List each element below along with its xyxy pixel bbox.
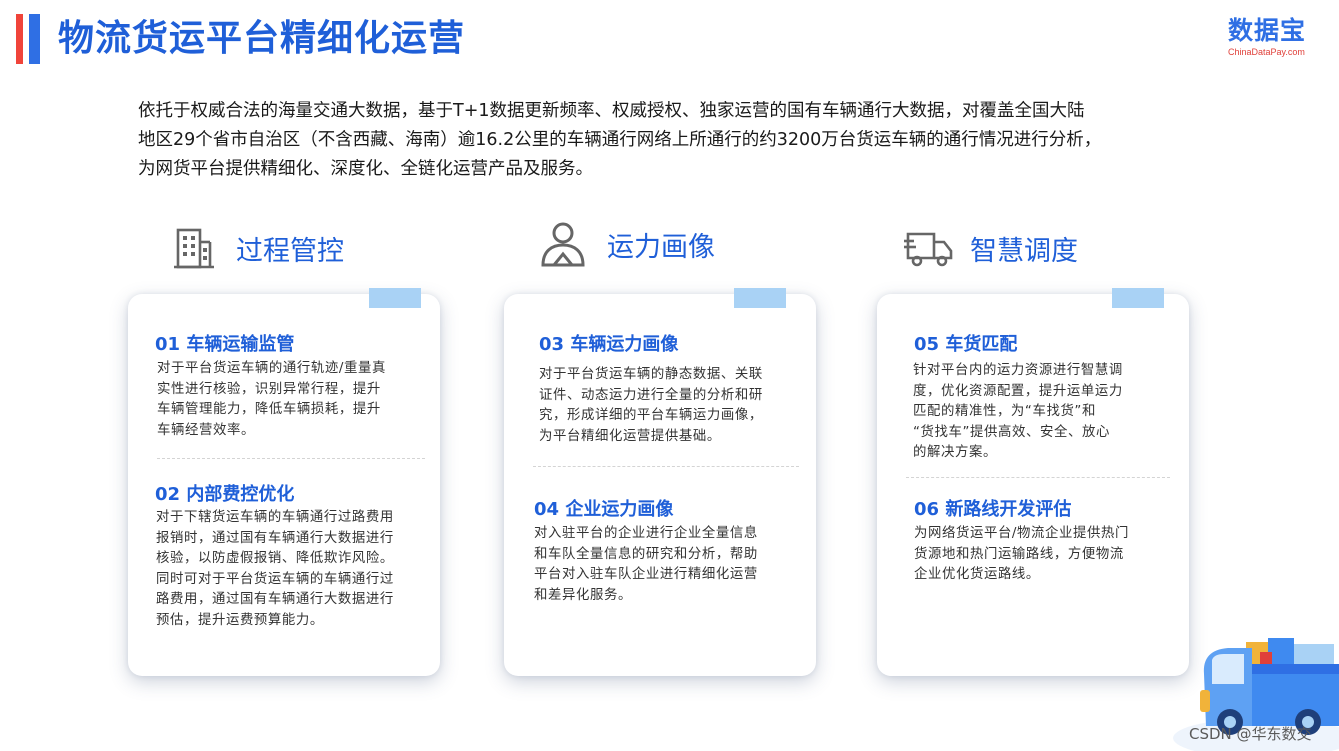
watermark: CSDN @华东数交 — [1189, 725, 1312, 743]
card-smart-dispatch: 05 车货匹配 针对平台内的运力资源进行智慧调 度，优化资源配置，提升运单运力 … — [877, 288, 1189, 676]
section-label: 运力画像 — [607, 231, 715, 263]
divider — [533, 466, 799, 467]
item-body: 对入驻平台的企业进行企业全量信息 和车队全量信息的研究和分析，帮助 平台对入驻车… — [534, 524, 758, 606]
body-line: 报销时，通过国有车辆通行大数据进行 — [156, 530, 394, 546]
body-line: 货源地和热门运输路线，方便物流 — [914, 546, 1124, 562]
body-line: 和差异化服务。 — [534, 587, 632, 603]
section-label: 过程管控 — [236, 235, 344, 267]
intro-line: 为网货平台提供精细化、深度化、全链化运营产品及服务。 — [138, 159, 593, 179]
item-title-new-route-evaluation: 06 新路线开发评估 — [914, 499, 1072, 520]
body-line: 车辆经营效率。 — [157, 422, 255, 438]
body-line: 企业优化货运路线。 — [914, 567, 1040, 582]
body-line: 为平台精细化运营提供基础。 — [539, 428, 721, 444]
body-line: 同时可对于平台货运车辆的车辆通行过 — [156, 571, 394, 587]
body-line: 匹配的精准性，为“车找货”和 — [913, 404, 1096, 419]
section-head-smart-dispatch: 智慧调度 — [904, 226, 1078, 270]
item-title-vehicle-capacity: 03 车辆运力画像 — [539, 334, 679, 355]
item-body: 对于平台货运车辆的静态数据、关联 证件、动态运力进行全量的分析和研 究，形成详细… — [539, 365, 763, 447]
truck-icon — [904, 232, 953, 267]
person-icon — [541, 222, 585, 267]
building-icon — [174, 228, 214, 269]
body-line: 究，形成详细的平台车辆运力画像， — [539, 408, 763, 423]
logo-url: ChinaDataPay.com — [1228, 47, 1305, 57]
brand-logo: 数据宝 ChinaDataPay.com — [1228, 16, 1320, 58]
body-line: 的解决方案。 — [913, 445, 997, 460]
body-line: 对于下辖货运车辆的车辆通行过路费用 — [156, 510, 394, 525]
body-line: 对于平台货运车辆的通行轨迹/重量真 — [157, 361, 386, 376]
body-line: 证件、动态运力进行全量的分析和研 — [539, 387, 763, 403]
card-process-control: 01 车辆运输监管 对于平台货运车辆的通行轨迹/重量真 实性进行核验，识别异常行… — [128, 288, 440, 676]
divider — [906, 477, 1170, 478]
body-line: 核验，以防虚假报销、降低欺诈风险。 — [156, 551, 394, 566]
card-tab — [734, 288, 786, 308]
logo-text: 数据宝 — [1228, 16, 1307, 45]
item-title-enterprise-capacity: 04 企业运力画像 — [534, 499, 674, 520]
item-body: 为网络货运平台/物流企业提供热门 货源地和热门运输路线，方便物流 企业优化货运路… — [914, 524, 1129, 586]
body-line: “货找车”提供高效、安全、放心 — [913, 424, 1110, 440]
title-accent-bars — [16, 14, 40, 64]
item-body: 针对平台内的运力资源进行智慧调 度，优化资源配置，提升运单运力 匹配的精准性，为… — [913, 361, 1123, 464]
card-tab — [1112, 288, 1164, 308]
section-head-process-control: 过程管控 — [172, 226, 344, 270]
body-line: 为网络货运平台/物流企业提供热门 — [914, 526, 1129, 541]
body-line: 对入驻平台的企业进行企业全量信息 — [534, 526, 758, 541]
body-line: 实性进行核验，识别异常行程，提升 — [157, 381, 381, 397]
intro-paragraph: 依托于权威合法的海量交通大数据，基于T+1数据更新频率、权威授权、独家运营的国有… — [138, 97, 1198, 184]
body-line: 车辆管理能力，降低车辆损耗，提升 — [157, 402, 381, 417]
card-capacity-profile: 03 车辆运力画像 对于平台货运车辆的静态数据、关联 证件、动态运力进行全量的分… — [504, 288, 816, 676]
body-line: 平台对入驻车队企业进行精细化运营 — [534, 567, 758, 582]
intro-line: 地区29个省市自治区（不含西藏、海南）逾16.2公里的车辆通行网络上所通行的约3… — [138, 130, 1102, 150]
item-title-vehicle-supervision: 01 车辆运输监管 — [155, 334, 295, 355]
body-line: 路费用，通过国有车辆通行大数据进行 — [156, 592, 394, 607]
card-tab — [369, 288, 421, 308]
title-accent-red — [16, 14, 23, 64]
body-line: 度，优化资源配置，提升运单运力 — [913, 383, 1123, 399]
section-head-capacity-profile: 运力画像 — [539, 220, 715, 268]
section-label: 智慧调度 — [970, 235, 1078, 267]
body-line: 对于平台货运车辆的静态数据、关联 — [539, 367, 763, 382]
body-line: 预估，提升运费预算能力。 — [156, 612, 324, 628]
title-accent-blue — [29, 14, 40, 64]
intro-line: 依托于权威合法的海量交通大数据，基于T+1数据更新频率、权威授权、独家运营的国有… — [138, 101, 1085, 121]
body-line: 和车队全量信息的研究和分析，帮助 — [534, 546, 758, 562]
divider — [157, 458, 425, 459]
body-line: 针对平台内的运力资源进行智慧调 — [913, 363, 1123, 378]
page-title: 物流货运平台精细化运营 — [58, 18, 466, 59]
item-body: 对于下辖货运车辆的车辆通行过路费用 报销时，通过国有车辆通行大数据进行 核验，以… — [156, 508, 394, 631]
item-body: 对于平台货运车辆的通行轨迹/重量真 实性进行核验，识别异常行程，提升 车辆管理能… — [157, 359, 386, 441]
item-title-cargo-matching: 05 车货匹配 — [914, 334, 1018, 355]
item-title-cost-control: 02 内部费控优化 — [155, 484, 295, 505]
